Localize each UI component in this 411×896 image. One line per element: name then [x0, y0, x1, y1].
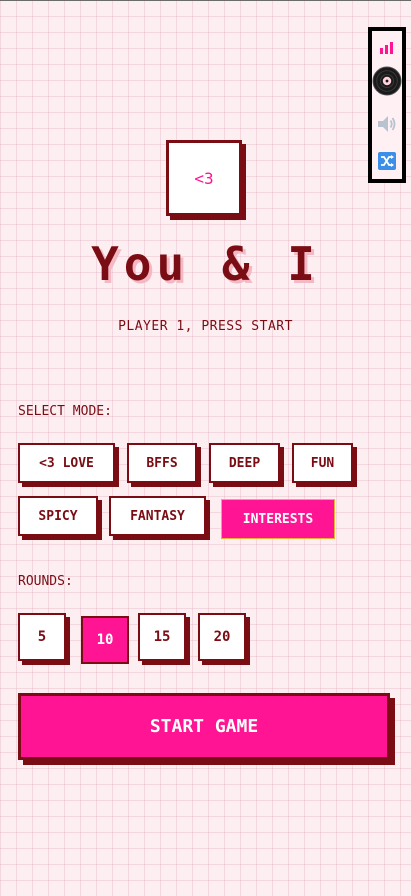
mode-button-love[interactable]: <3 LOVE — [18, 443, 115, 483]
stats-button[interactable] — [372, 41, 402, 55]
side-control-panel — [368, 27, 406, 183]
logo-box: <3 — [166, 140, 242, 216]
start-game-button[interactable]: START GAME — [18, 693, 390, 760]
bar-chart-icon — [380, 42, 393, 54]
sound-button[interactable] — [372, 115, 402, 133]
page-title: You & I — [91, 237, 320, 291]
mode-button-fantasy[interactable]: FANTASY — [109, 496, 206, 536]
shuffle-button[interactable] — [372, 152, 402, 170]
mode-button-interests[interactable]: INTERESTS — [221, 499, 335, 539]
round-option-10[interactable]: 10 — [81, 616, 129, 664]
logo-text: <3 — [194, 168, 214, 188]
mode-label: SELECT MODE: — [18, 404, 112, 419]
round-option-5[interactable]: 5 — [18, 613, 66, 661]
round-option-20[interactable]: 20 — [198, 613, 246, 661]
speaker-icon — [378, 116, 396, 132]
vinyl-record-icon — [372, 66, 402, 96]
round-option-15[interactable]: 15 — [138, 613, 186, 661]
rounds-label: ROUNDS: — [18, 574, 73, 589]
mode-button-deep[interactable]: DEEP — [209, 443, 280, 483]
music-button[interactable] — [372, 65, 402, 97]
mode-button-spicy[interactable]: SPICY — [18, 496, 98, 536]
mode-button-bffs[interactable]: BFFS — [127, 443, 197, 483]
subtitle: PLAYER 1, PRESS START — [118, 319, 293, 334]
shuffle-icon — [378, 152, 396, 170]
mode-button-fun[interactable]: FUN — [292, 443, 353, 483]
